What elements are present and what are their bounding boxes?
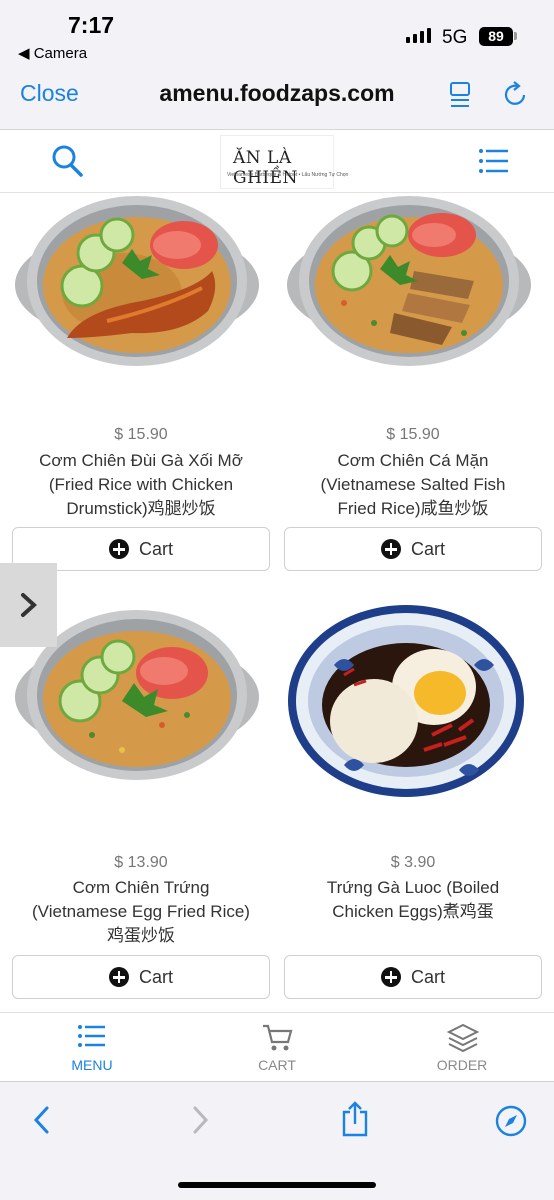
- plus-circle-icon: [380, 539, 401, 559]
- product-name-line3: Fried Rice)咸鱼炒饭: [337, 499, 489, 518]
- layers-icon: [446, 1023, 480, 1058]
- product-card-drumstick-fried-rice[interactable]: $ 15.90 Cơm Chiên Đùi Gà Xối Mỡ (Fried R…: [12, 193, 270, 573]
- product-price: $ 15.90: [114, 426, 168, 443]
- product-image-drumstick-fried-rice[interactable]: [12, 193, 270, 393]
- tab-cart-label: CART: [258, 1057, 296, 1073]
- logo-text: ĂN LÀ GHIỀN: [233, 148, 298, 188]
- battery-icon: 89: [479, 27, 513, 46]
- product-name-line2: (Vietnamese Salted Fish: [320, 475, 506, 494]
- category-next-button[interactable]: [0, 563, 57, 647]
- tab-cart[interactable]: CART: [185, 1013, 369, 1083]
- product-price: $ 3.90: [390, 854, 436, 871]
- product-image-salted-fish-fried-rice[interactable]: [284, 193, 542, 393]
- hamburger-menu-icon[interactable]: [478, 147, 510, 180]
- product-name-line3: 鸡蛋炒饭: [107, 926, 175, 945]
- bottom-tab-bar: MENU CART ORDER: [0, 1012, 554, 1082]
- home-indicator: [178, 1182, 376, 1188]
- product-name-line1: Cơm Chiên Trứng: [72, 878, 210, 897]
- cart-button-label: Cart: [410, 538, 445, 559]
- tab-menu-label: MENU: [71, 1057, 113, 1073]
- product-name-line1: Cơm Chiên Đùi Gà Xối Mỡ: [39, 451, 243, 470]
- product-price: $ 15.90: [386, 426, 440, 443]
- cart-button-label: Cart: [410, 966, 445, 987]
- restaurant-logo[interactable]: ĂN LÀ GHIỀN Vietnamese Barbeque & Hotpot…: [220, 135, 348, 189]
- cart-button-label: Cart: [138, 538, 173, 559]
- product-card-salted-fish-fried-rice[interactable]: $ 15.90 Cơm Chiên Cá Mặn (Vietnamese Sal…: [284, 193, 542, 573]
- tab-order[interactable]: ORDER: [370, 1013, 554, 1083]
- plus-circle-icon: [380, 967, 401, 987]
- search-icon[interactable]: [50, 143, 84, 184]
- battery-tip: [514, 32, 517, 40]
- signal-icon: [406, 28, 431, 43]
- network-type: 5G: [442, 27, 468, 48]
- product-card-boiled-eggs[interactable]: $ 3.90 Trứng Gà Luoc (Boiled Chicken Egg…: [284, 605, 542, 1000]
- plus-circle-icon: [108, 539, 129, 559]
- chevron-right-icon: [20, 593, 37, 617]
- cart-button-label: Cart: [138, 966, 173, 987]
- url-text: amenu.foodzaps.com: [159, 80, 395, 106]
- reload-icon[interactable]: [502, 80, 530, 115]
- compass-icon[interactable]: [494, 1104, 528, 1143]
- back-arrow-icon[interactable]: [30, 1104, 52, 1141]
- cart-icon: [262, 1023, 294, 1058]
- status-bar: 7:17 ◀ Camera 5G 89: [0, 0, 554, 66]
- product-name-line3: Drumstick)鸡腿炒饭: [66, 499, 216, 518]
- forward-arrow-icon[interactable]: [190, 1104, 212, 1141]
- list-icon: [77, 1023, 107, 1054]
- product-price: $ 13.90: [114, 854, 168, 871]
- share-icon[interactable]: [340, 1100, 370, 1143]
- product-name-line1: Cơm Chiên Cá Mặn: [337, 451, 489, 470]
- add-to-cart-button[interactable]: Cart: [284, 527, 542, 571]
- browser-nav-bar: Close amenu.foodzaps.com: [0, 66, 554, 130]
- add-to-cart-button[interactable]: Cart: [12, 955, 270, 999]
- browser-toolbar: [0, 1082, 554, 1200]
- product-image-boiled-eggs[interactable]: [284, 605, 542, 805]
- product-card-egg-fried-rice[interactable]: $ 13.90 Cơm Chiên Trứng (Vietnamese Egg …: [12, 605, 270, 1000]
- back-to-camera-link[interactable]: ◀ Camera: [18, 44, 87, 62]
- tab-menu[interactable]: MENU: [0, 1013, 184, 1083]
- product-name-line1: Trứng Gà Luoc (Boiled: [326, 878, 500, 897]
- product-name-line2: (Fried Rice with Chicken: [48, 475, 234, 494]
- add-to-cart-button[interactable]: Cart: [284, 955, 542, 999]
- tab-order-label: ORDER: [436, 1057, 488, 1073]
- plus-circle-icon: [108, 967, 129, 987]
- product-name-line2: (Vietnamese Egg Fried Rice): [32, 902, 250, 921]
- product-name-line2: Chicken Eggs)煮鸡蛋: [332, 902, 494, 921]
- site-header: ĂN LÀ GHIỀN Vietnamese Barbeque & Hotpot…: [0, 131, 554, 193]
- reader-view-icon[interactable]: [448, 81, 474, 114]
- status-time: 7:17: [68, 12, 115, 38]
- logo-subtitle: Vietnamese Barbeque & Hotpot • Lẩu Nướng…: [227, 172, 349, 178]
